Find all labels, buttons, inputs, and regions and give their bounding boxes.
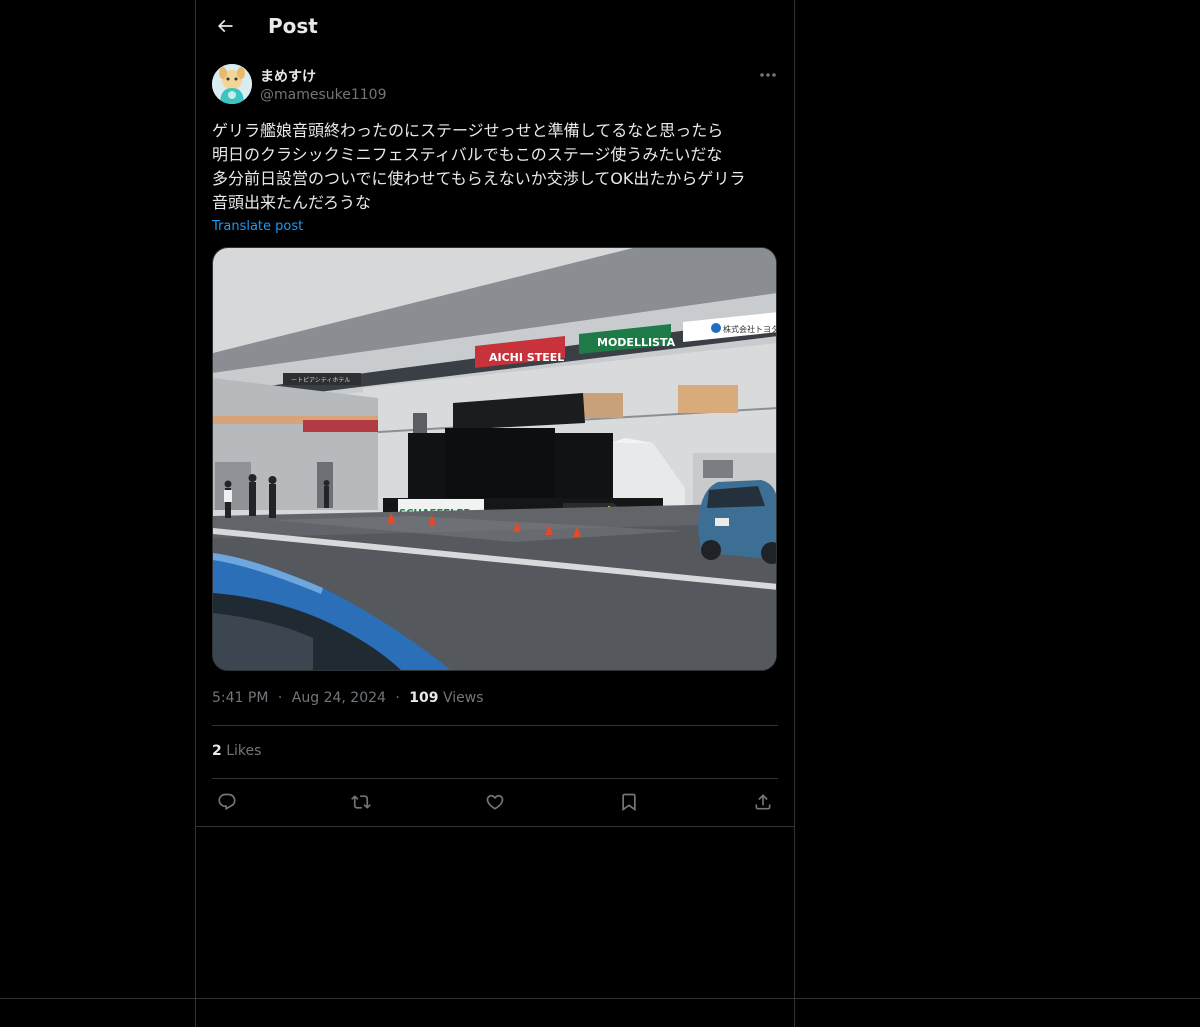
views-count: 109 (409, 690, 439, 706)
more-options-button[interactable] (756, 66, 780, 84)
svg-text:AICHI STEEL: AICHI STEEL (489, 351, 564, 364)
post-date[interactable]: Aug 24, 2024 (292, 690, 386, 706)
repost-icon (351, 795, 371, 809)
post-text-line: 明日のクラシックミニフェスティバルでもこのステージ使うみたいだな (212, 145, 723, 164)
like-icon (486, 794, 504, 810)
likes-stat[interactable]: 2 Likes (212, 743, 261, 759)
repost-button[interactable] (346, 788, 376, 816)
post-text-line: ゲリラ艦娘音頭終わったのにステージせっせと準備してるなと思ったら (212, 121, 724, 140)
post-bottom-divider (196, 826, 794, 827)
post-text-line: 音頭出来たんだろうな (212, 193, 372, 212)
post-time[interactable]: 5:41 PM (212, 690, 268, 706)
svg-text:株式会社トヨタ: 株式会社トヨタ (723, 324, 777, 334)
parked-car (698, 480, 776, 564)
main-column: Post まめすけ @mamesuke1109 ゲリラ艦娘音頭終わったのにステー… (195, 0, 795, 1027)
views-label: Views (442, 690, 484, 706)
author-display-name[interactable]: まめすけ (260, 66, 316, 86)
page-title: Post (268, 14, 318, 38)
bookmark-icon (622, 793, 636, 812)
avatar[interactable] (212, 64, 252, 104)
likes-count: 2 (212, 743, 222, 759)
meta-separator: · (395, 690, 400, 706)
post-header: Post (196, 0, 794, 53)
divider (212, 725, 778, 726)
likes-label: Likes (226, 743, 262, 759)
arrow-left-icon (217, 19, 233, 33)
reply-icon (218, 793, 236, 811)
post-image[interactable]: AICHI STEEL MODELLISTA 株式会社トヨタ ートピアシティホテ… (212, 247, 777, 671)
more-icon (760, 73, 776, 77)
bookmark-button[interactable] (614, 788, 644, 816)
author-handle[interactable]: @mamesuke1109 (260, 87, 387, 103)
svg-text:MODELLISTA: MODELLISTA (597, 336, 676, 349)
share-button[interactable] (748, 788, 778, 816)
like-button[interactable] (480, 788, 510, 816)
share-icon (755, 794, 771, 810)
post-text: ゲリラ艦娘音頭終わったのにステージせっせと準備してるなと思ったら 明日のクラシッ… (212, 119, 782, 215)
post-meta: 5:41 PM · Aug 24, 2024 · 109 Views (212, 690, 484, 706)
reply-button[interactable] (212, 788, 242, 816)
translate-post-link[interactable]: Translate post (212, 219, 303, 234)
meta-separator: · (277, 690, 283, 706)
svg-text:ートピアシティホテル: ートピアシティホテル (291, 377, 350, 384)
back-button[interactable] (208, 9, 242, 43)
divider (212, 778, 778, 779)
post-text-line: 多分前日設営のついでに使わせてもらえないか交渉してOK出たからゲリラ (212, 169, 746, 188)
action-bar (212, 788, 778, 816)
